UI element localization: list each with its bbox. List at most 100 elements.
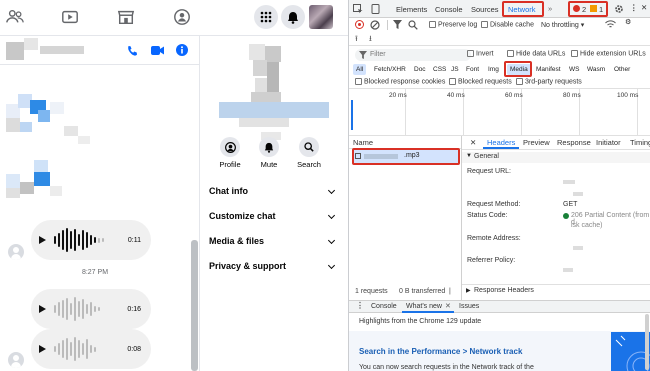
clear-icon[interactable] — [370, 20, 380, 30]
account-avatar[interactable] — [309, 5, 333, 29]
pixel-block — [255, 78, 267, 92]
status-separator: | — [449, 288, 451, 295]
disable-cache-checkbox[interactable]: Disable cache — [481, 21, 534, 28]
divider — [349, 45, 650, 46]
tab-timing[interactable]: Timing — [630, 138, 650, 147]
drawer-tab-issues[interactable]: Issues — [459, 303, 479, 310]
whats-new-heading[interactable]: Search in the Performance > Network trac… — [359, 347, 522, 356]
inspect-element-icon[interactable] — [353, 4, 363, 14]
pixel-block — [50, 102, 64, 114]
response-headers-section[interactable]: ▶ Response Headers — [462, 286, 650, 297]
waveform — [54, 337, 96, 361]
third-party-requests-checkbox[interactable]: 3rd-party requests — [516, 78, 582, 85]
pixel-block — [563, 180, 575, 184]
tab-elements[interactable]: Elements — [396, 5, 427, 14]
throttling-select[interactable]: No throttling ▾ — [541, 21, 584, 29]
type-filter-doc[interactable]: Doc — [411, 64, 429, 75]
hide-extension-urls-label: Hide extension URLs — [580, 50, 646, 58]
network-settings-icon[interactable]: ⚙ — [625, 18, 631, 26]
chevron-down-icon — [327, 236, 336, 245]
filter-input[interactable]: Filter — [355, 49, 471, 61]
phone-icon[interactable] — [126, 45, 138, 57]
marketplace-icon[interactable] — [117, 8, 135, 26]
record-button[interactable] — [355, 20, 364, 29]
notifications-button[interactable] — [281, 5, 305, 29]
type-filter-font[interactable]: Font — [463, 64, 482, 75]
checkbox-box — [429, 21, 436, 28]
type-filter-js[interactable]: JS — [448, 64, 462, 75]
type-filter-wasm[interactable]: Wasm — [584, 64, 608, 75]
filter-icon[interactable] — [393, 20, 402, 29]
settings-gear-icon[interactable] — [614, 4, 624, 14]
customize-chat-section[interactable]: Customize chat — [209, 211, 336, 221]
menu-grid-button[interactable] — [254, 5, 278, 29]
chevron-down-icon — [327, 261, 336, 270]
network-conditions-icon[interactable] — [605, 20, 616, 29]
tab-console[interactable]: Console — [435, 5, 463, 14]
section-label: Customize chat — [209, 211, 276, 221]
tab-initiator[interactable]: Initiator — [596, 138, 621, 147]
blocked-response-cookies-checkbox[interactable]: Blocked response cookies — [355, 78, 445, 85]
drawer-tab-whats-new[interactable]: What's new — [406, 303, 442, 310]
type-filter-ws[interactable]: WS — [566, 64, 582, 75]
voice-message[interactable]: 0:08 — [31, 329, 151, 369]
tab-preview[interactable]: Preview — [523, 138, 550, 147]
type-filter-all[interactable]: All — [353, 64, 367, 75]
invert-checkbox[interactable]: Invert — [467, 50, 494, 57]
close-detail-icon[interactable]: ✕ — [470, 138, 476, 147]
drawer-scrollbar[interactable] — [645, 314, 649, 370]
voice-message[interactable]: 0:16 — [31, 289, 151, 329]
profile-button[interactable] — [220, 137, 240, 157]
groups-icon[interactable] — [173, 8, 191, 26]
filter-icon — [359, 51, 367, 59]
mute-button[interactable] — [259, 137, 279, 157]
search-button[interactable] — [299, 137, 319, 157]
waveform — [54, 228, 104, 252]
play-icon[interactable] — [39, 305, 46, 313]
tab-sources[interactable]: Sources — [471, 5, 499, 14]
remote-address-label: Remote Address: — [467, 235, 521, 242]
checkbox-box — [571, 50, 578, 57]
blocked-requests-checkbox[interactable]: Blocked requests — [449, 78, 512, 85]
checkbox-box — [516, 78, 523, 85]
chat-scrollbar[interactable] — [191, 240, 198, 371]
type-filter-css[interactable]: CSS — [430, 64, 449, 75]
general-section-header[interactable]: ▼ General — [462, 152, 650, 163]
search-icon[interactable] — [408, 20, 418, 30]
voice-message[interactable]: 0:11 — [31, 220, 151, 260]
play-icon[interactable] — [39, 236, 46, 244]
device-toolbar-icon[interactable] — [371, 4, 380, 14]
divider — [387, 20, 388, 30]
tab-headers[interactable]: Headers — [487, 138, 515, 147]
type-filter-manifest[interactable]: Manifest — [533, 64, 564, 75]
media-files-section[interactable]: Media & files — [209, 236, 336, 246]
play-icon[interactable] — [39, 345, 46, 353]
timeline-tick: 80 ms — [563, 92, 581, 99]
pixel-block — [50, 186, 62, 196]
more-options-icon[interactable]: ⋮ — [630, 3, 638, 12]
search-icon — [304, 142, 314, 152]
video-call-icon[interactable] — [151, 45, 164, 56]
close-icon[interactable]: ✕ — [445, 302, 451, 310]
drawer-tab-console[interactable]: Console — [371, 303, 397, 310]
chat-info-section[interactable]: Chat info — [209, 186, 336, 196]
tab-response[interactable]: Response — [557, 138, 591, 147]
close-icon[interactable]: ✕ — [641, 3, 647, 12]
whats-new-highlights: Highlights from the Chrome 129 update — [359, 318, 482, 325]
video-icon[interactable] — [61, 8, 79, 26]
privacy-support-section[interactable]: Privacy & support — [209, 261, 336, 271]
conversation-info-icon[interactable] — [176, 44, 188, 56]
chevron-down-icon: ▼ — [466, 153, 472, 159]
pixel-block — [20, 122, 32, 132]
type-filter-fetch-xhr[interactable]: Fetch/XHR — [371, 64, 409, 75]
more-tabs-icon[interactable]: » — [548, 4, 552, 13]
divider — [462, 149, 650, 150]
type-filter-img[interactable]: Img — [485, 64, 502, 75]
preserve-log-checkbox[interactable]: Preserve log — [429, 21, 477, 28]
type-filter-other[interactable]: Other — [611, 64, 633, 75]
hide-extension-urls-checkbox[interactable]: Hide extension URLs — [571, 50, 646, 57]
drawer-menu-icon[interactable]: ⋮ — [356, 301, 364, 310]
name-column-header[interactable]: Name — [353, 138, 373, 147]
hide-data-urls-checkbox[interactable]: Hide data URLs — [507, 50, 565, 57]
people-icon[interactable] — [6, 8, 24, 26]
